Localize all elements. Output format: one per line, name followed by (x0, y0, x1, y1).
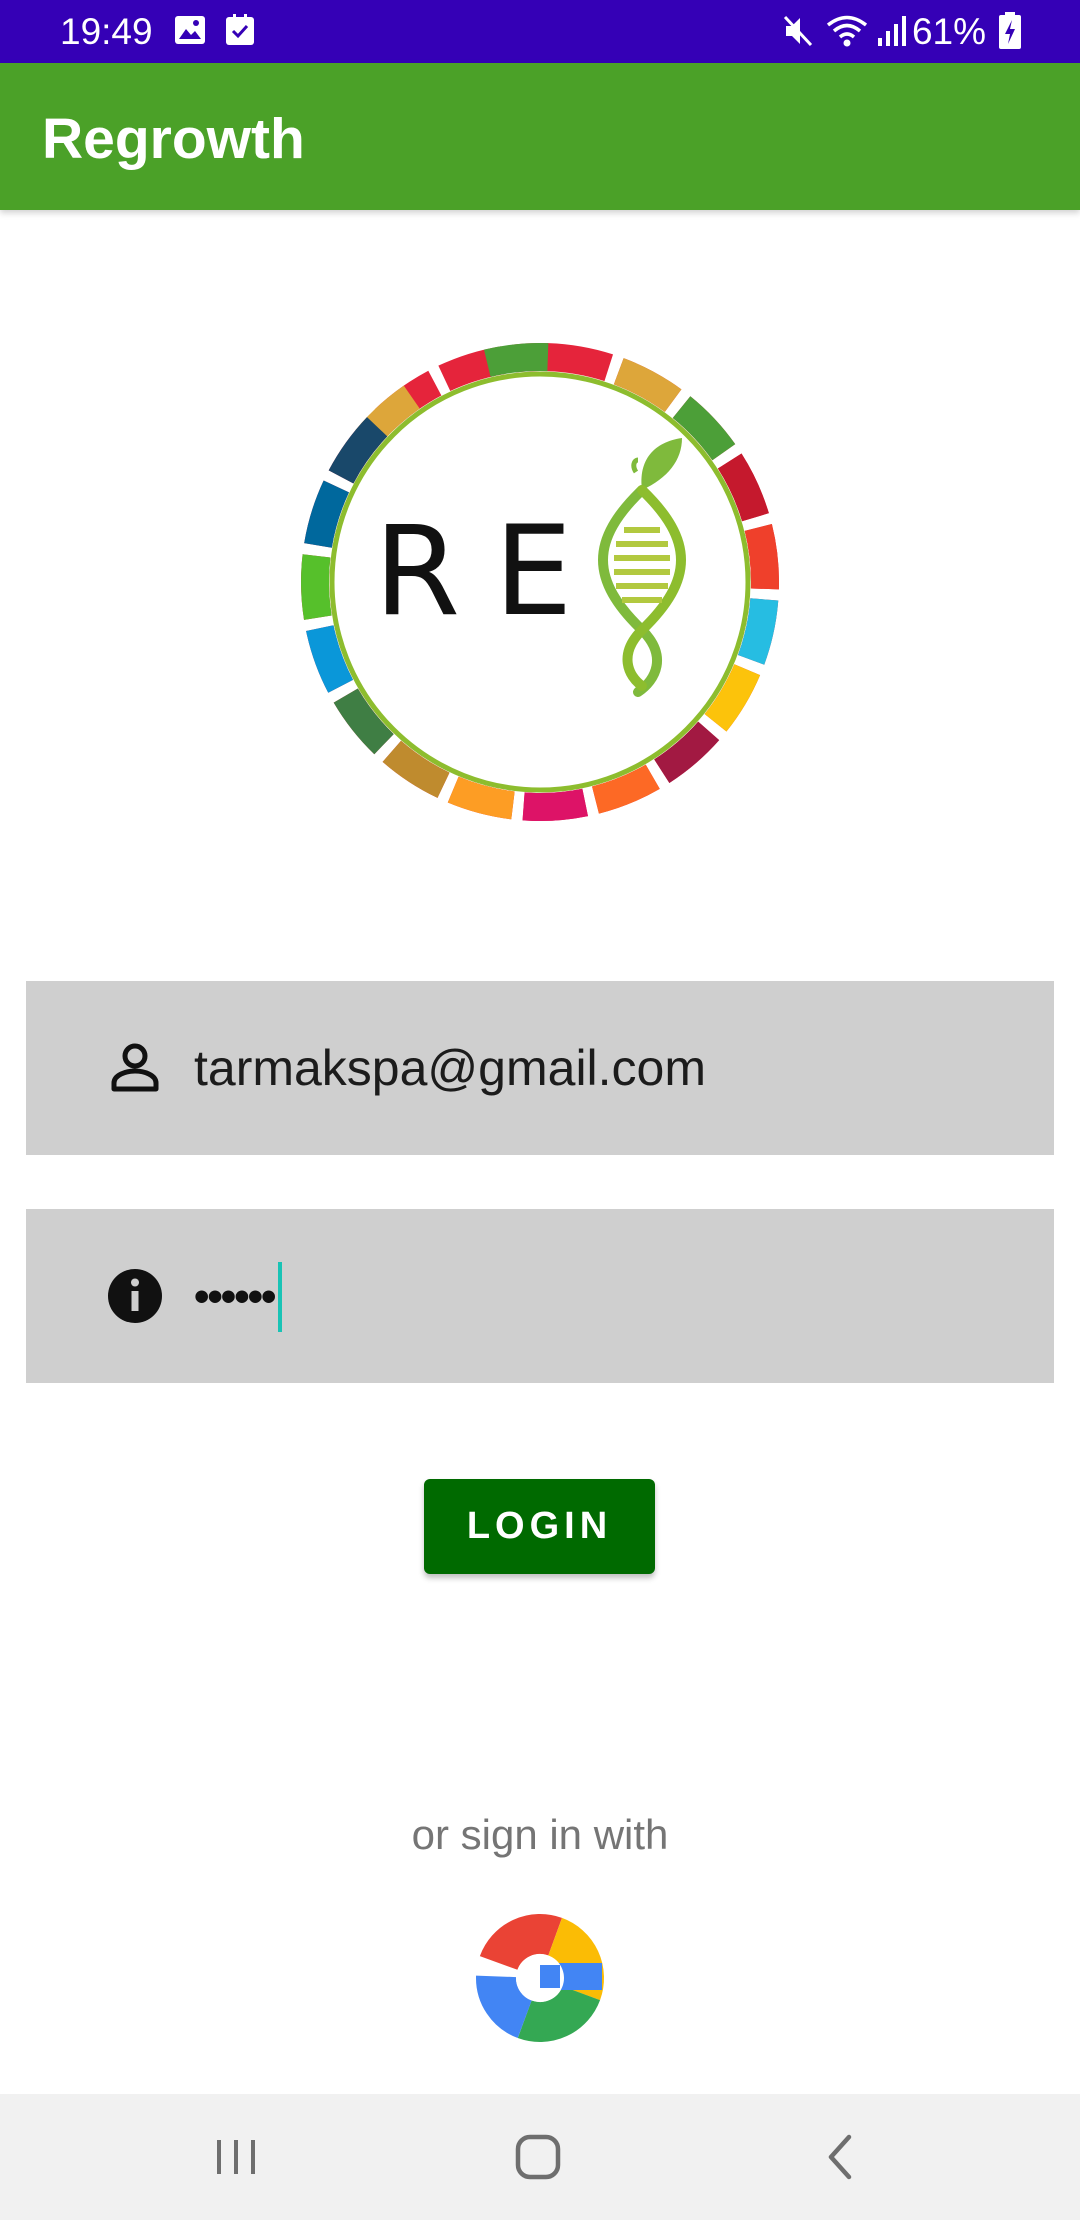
recent-apps-icon[interactable] (203, 2124, 269, 2190)
signal-icon (878, 16, 906, 46)
password-input-row: •••••• (194, 1262, 283, 1332)
nav-bar (0, 2094, 1080, 2220)
app-logo: RE (300, 342, 780, 822)
battery-percent: 61% (911, 11, 986, 52)
login-button[interactable]: LOGIN (424, 1479, 655, 1574)
info-icon (108, 1269, 162, 1323)
back-icon[interactable] (807, 2124, 873, 2190)
status-bar: 19:49 61% (0, 0, 1080, 63)
person-icon (111, 1043, 159, 1092)
home-icon[interactable] (505, 2124, 571, 2190)
app-bar: Regrowth (0, 63, 1080, 210)
logo-letters: RE (374, 500, 607, 644)
email-field[interactable]: tarmakspa@gmail.com (26, 981, 1054, 1155)
checkbox-icon (226, 14, 254, 45)
gallery-icon (175, 16, 205, 44)
app-title: Regrowth (42, 107, 305, 171)
wifi-icon (826, 15, 868, 47)
status-time: 19:49 (60, 11, 153, 52)
battery-icon (999, 12, 1021, 49)
password-value: •••••• (194, 1272, 276, 1321)
password-field[interactable]: •••••• (26, 1209, 1054, 1383)
mute-icon (783, 15, 813, 47)
text-cursor (278, 1262, 283, 1332)
dna-leaf-icon (598, 438, 686, 697)
google-icon[interactable] (475, 1913, 605, 2043)
sign-in-alt-label: or sign in with (411, 1811, 669, 1858)
email-value: tarmakspa@gmail.com (194, 1040, 707, 1096)
login-screen: 19:49 61% Regrowth RE tarmakspa@gmail.co… (0, 0, 1080, 2220)
